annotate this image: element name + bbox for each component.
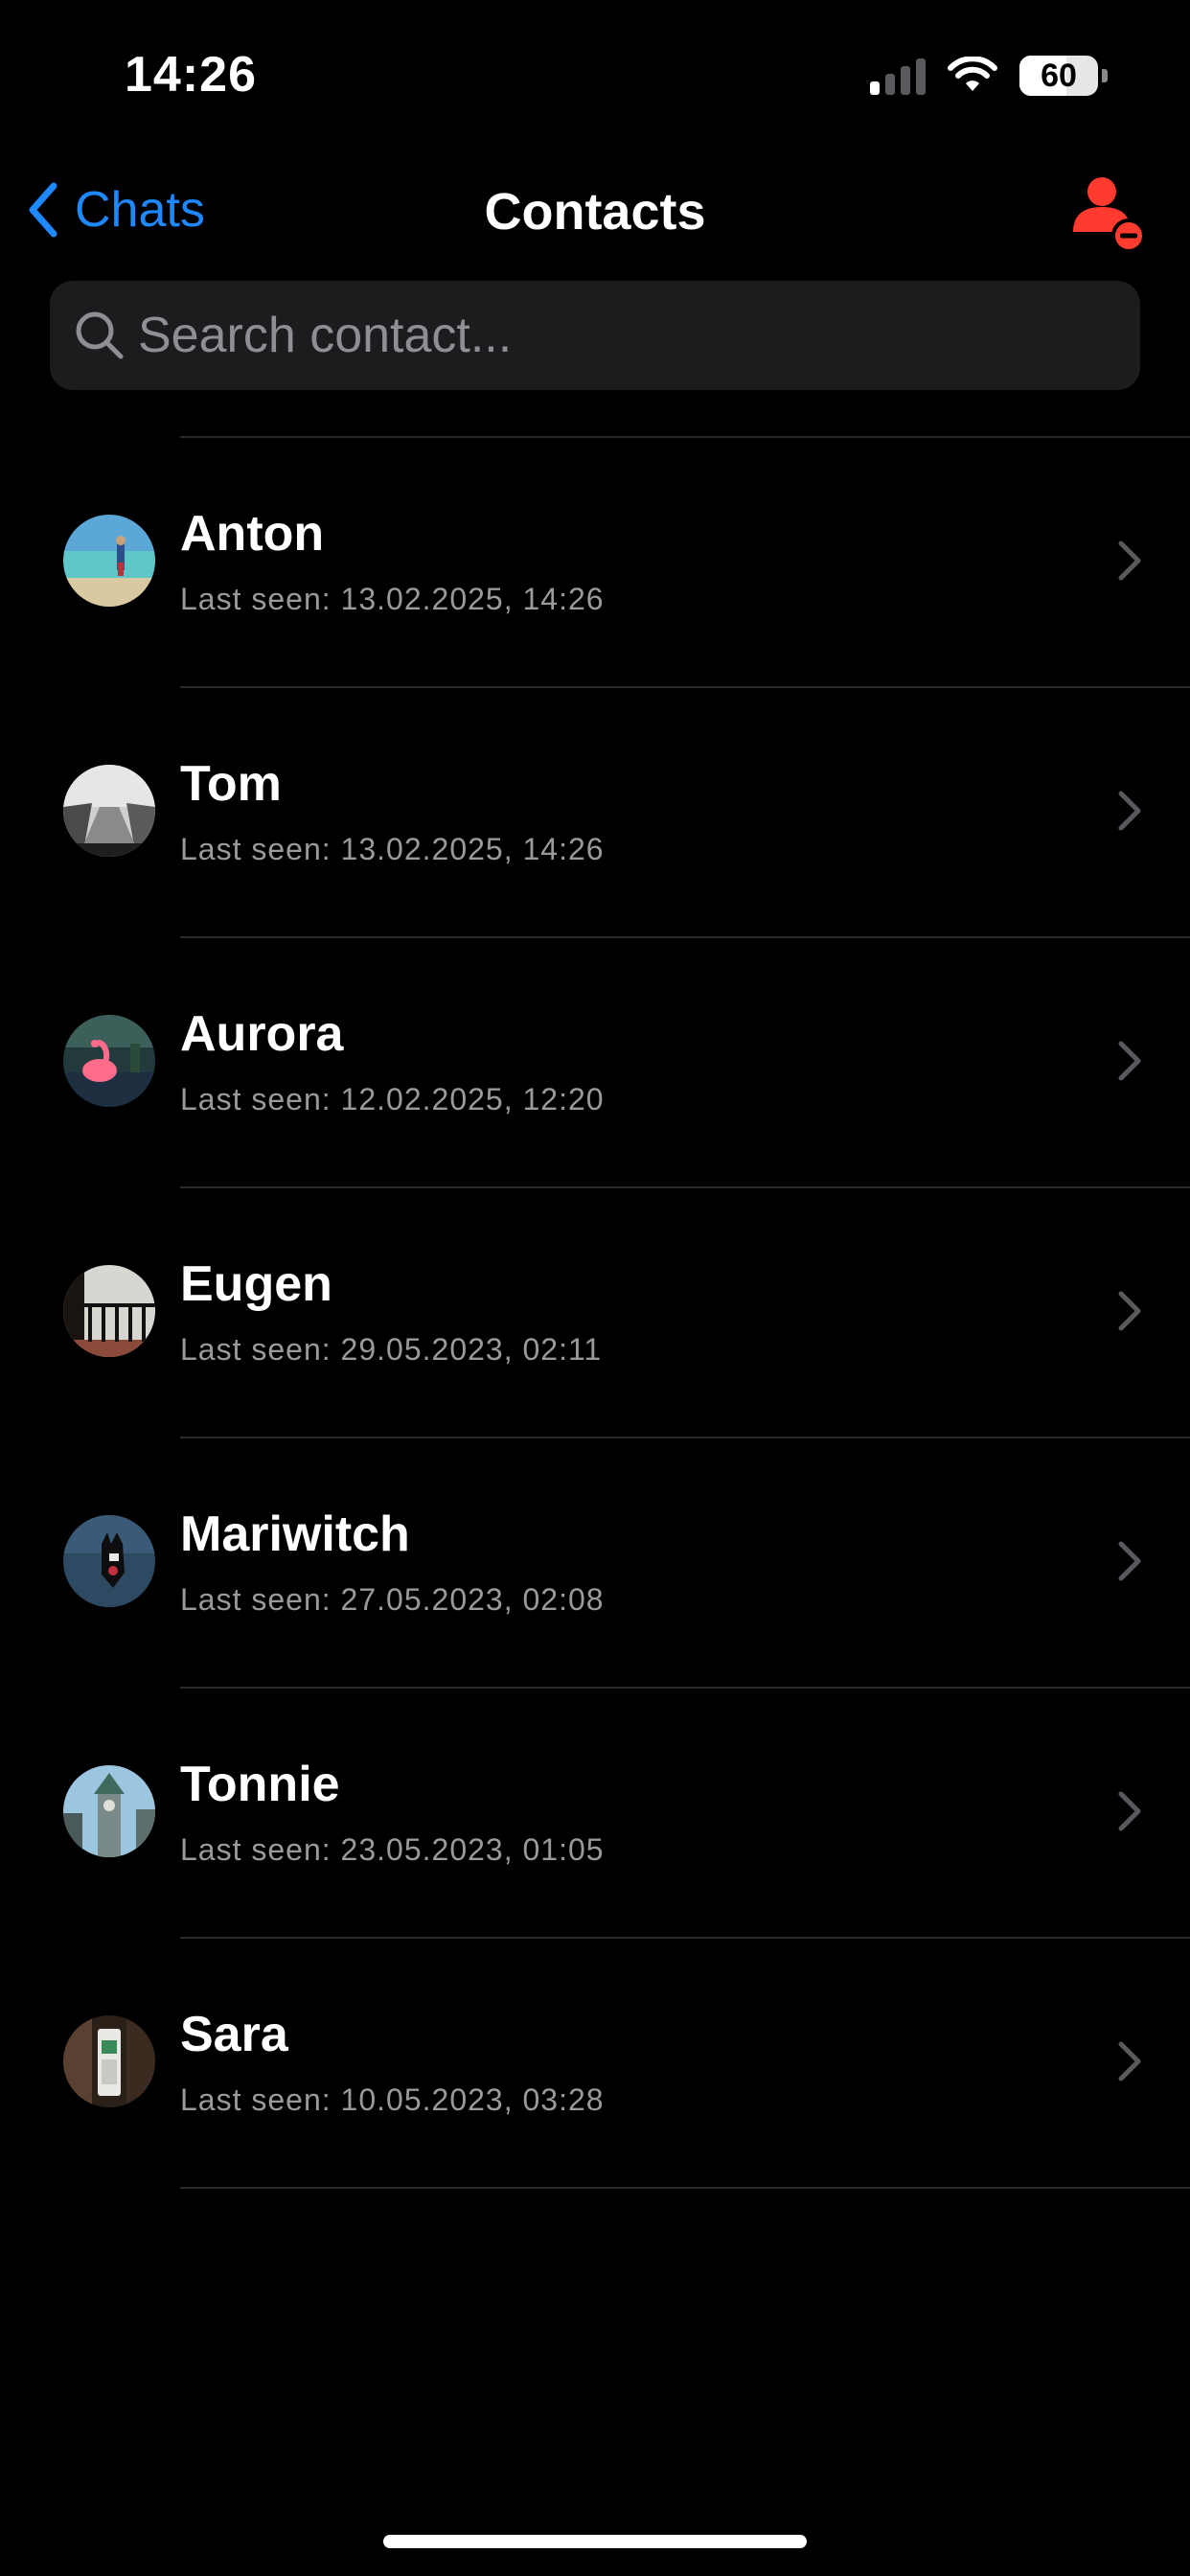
last-seen-text: Last seen: 23.05.2023, 01:05 [180, 1832, 605, 1867]
last-seen-text: Last seen: 29.05.2023, 02:11 [180, 1332, 603, 1367]
row-divider [180, 2187, 1190, 2189]
last-seen-text: Last seen: 13.02.2025, 14:26 [180, 582, 605, 616]
beach-photo-avatar [63, 515, 155, 607]
road-photo-avatar [63, 765, 155, 857]
chevron-right-icon [1118, 540, 1141, 581]
contact-name: Aurora [180, 1006, 344, 1062]
balcony-photo-avatar [63, 1265, 155, 1357]
navigation-bar: Chats Contacts [0, 153, 1190, 268]
status-time: 14:26 [125, 47, 257, 103]
contact-row[interactable]: Sara Last seen: 10.05.2023, 03:28 [0, 1939, 1190, 2189]
last-seen-text: Last seen: 27.05.2023, 02:08 [180, 1582, 605, 1617]
chevron-right-icon [1118, 1541, 1141, 1581]
chevron-right-icon [1118, 1291, 1141, 1331]
battery-tip [1102, 69, 1108, 82]
chevron-right-icon [1118, 791, 1141, 831]
remove-contact-button[interactable] [1065, 171, 1152, 257]
last-seen-text: Last seen: 10.05.2023, 03:28 [180, 2082, 605, 2117]
last-seen-text: Last seen: 12.02.2025, 12:20 [180, 1082, 605, 1116]
contact-row[interactable]: Tonnie Last seen: 23.05.2023, 01:05 [0, 1689, 1190, 1939]
contact-list: Anton Last seen: 13.02.2025, 14:26 Tom L… [0, 438, 1190, 2189]
shop-photo-avatar [63, 2015, 155, 2107]
contact-name: Sara [180, 2007, 288, 2062]
chevron-right-icon [1118, 1791, 1141, 1831]
wifi-icon [948, 57, 997, 91]
contact-row[interactable]: Mariwitch Last seen: 27.05.2023, 02:08 [0, 1438, 1190, 1689]
contact-name: Anton [180, 506, 325, 562]
battery-percentage: 60 [1041, 57, 1077, 94]
page-title: Contacts [484, 183, 706, 241]
contact-row[interactable]: Anton Last seen: 13.02.2025, 14:26 [0, 438, 1190, 688]
cellular-signal-icon [870, 57, 926, 95]
contact-row[interactable]: Tom Last seen: 13.02.2025, 14:26 [0, 688, 1190, 938]
last-seen-text: Last seen: 13.02.2025, 14:26 [180, 832, 605, 866]
search-bar [50, 280, 1140, 391]
contact-name: Eugen [180, 1256, 332, 1312]
status-bar: 14:26 60 [0, 0, 1190, 153]
contact-name: Mariwitch [180, 1506, 410, 1562]
status-icons: 60 [870, 56, 1108, 96]
contact-name: Tonnie [180, 1757, 340, 1812]
tower-photo-avatar [63, 1765, 155, 1857]
home-indicator[interactable] [383, 2535, 807, 2548]
person-remove-icon [1073, 177, 1146, 253]
chevron-right-icon [1118, 1041, 1141, 1081]
cat-photo-avatar [63, 1515, 155, 1607]
chevron-right-icon [1118, 2041, 1141, 2082]
search-icon [76, 311, 124, 359]
search-input[interactable] [136, 280, 1140, 391]
flamingo-photo-avatar [63, 1015, 155, 1107]
contact-row[interactable]: Eugen Last seen: 29.05.2023, 02:11 [0, 1188, 1190, 1438]
contact-row[interactable]: Aurora Last seen: 12.02.2025, 12:20 [0, 938, 1190, 1188]
battery-icon: 60 [1019, 56, 1098, 96]
contact-name: Tom [180, 756, 282, 812]
